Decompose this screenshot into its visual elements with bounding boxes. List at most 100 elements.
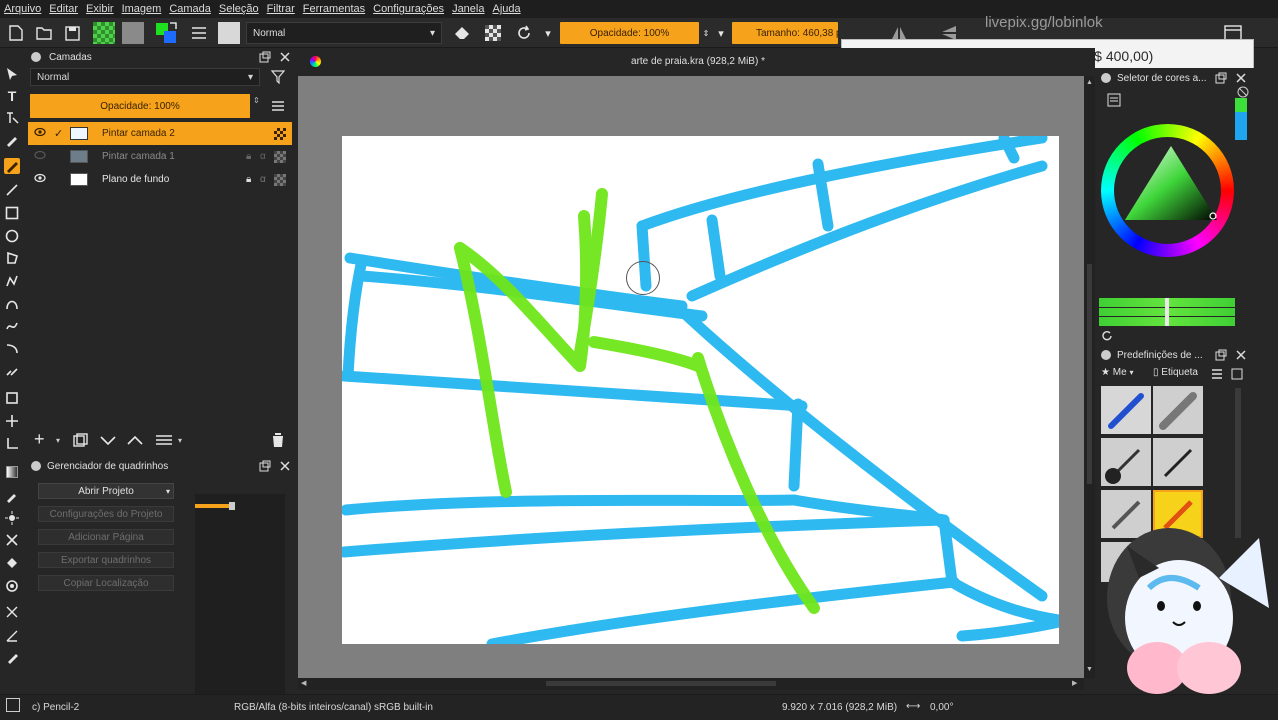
freehand-brush-icon[interactable] <box>4 158 20 174</box>
scroll-down-icon[interactable]: ▼ <box>1086 666 1093 673</box>
layer-row[interactable]: Plano de fundo 🔒︎ α <box>28 168 292 191</box>
opacity-field[interactable]: Opacidade: 100% <box>560 22 699 44</box>
refresh-icon[interactable] <box>1101 330 1113 342</box>
text-tool-icon[interactable]: T <box>4 88 20 104</box>
add-layer-icon[interactable]: + <box>34 430 50 448</box>
dynamic-brush-icon[interactable] <box>4 340 20 356</box>
preset-settings-icon[interactable] <box>1231 368 1243 380</box>
polygon-tool-icon[interactable] <box>4 250 20 266</box>
save-icon[interactable] <box>62 22 82 44</box>
comics-page-list[interactable] <box>195 494 285 694</box>
pan-tool-icon[interactable] <box>4 650 20 666</box>
horizontal-scrollbar[interactable]: ◀ ▶ <box>298 678 1084 690</box>
lock-icon[interactable]: 🔒︎ <box>246 151 251 162</box>
move-layer-up-icon[interactable] <box>127 434 143 449</box>
color-history-strip[interactable] <box>1099 298 1235 326</box>
layer-properties-icon[interactable] <box>155 434 173 449</box>
preset-filter-select[interactable]: ★ Me ▾ <box>1101 367 1133 378</box>
select-shapes-icon[interactable] <box>4 66 20 82</box>
spinner-arrows-icon[interactable]: ⇕ <box>701 22 711 44</box>
reload-icon[interactable] <box>513 22 535 44</box>
alpha-lock-icon[interactable] <box>274 127 286 140</box>
fill-tool-icon[interactable] <box>4 555 20 571</box>
rotation-value[interactable]: 0,00° <box>930 702 953 713</box>
list-view-icon[interactable] <box>1211 368 1223 380</box>
scroll-up-icon[interactable]: ▲ <box>1086 79 1093 86</box>
layer-row[interactable]: ✓ Pintar camada 2 <box>28 122 292 145</box>
chevron-down-icon[interactable]: ▾ <box>541 22 555 44</box>
eye-closed-icon[interactable] <box>34 150 46 163</box>
add-page-button[interactable]: Adicionar Página <box>38 529 174 545</box>
move-layer-down-icon[interactable] <box>100 434 116 449</box>
drag-handle-icon[interactable] <box>1101 73 1111 83</box>
hue-ring[interactable] <box>1101 124 1234 257</box>
drag-handle-icon[interactable] <box>31 52 41 62</box>
document-tab[interactable]: arte de praia.kra (928,2 MiB) * <box>298 56 1098 67</box>
colorize-mask-icon[interactable] <box>4 510 20 526</box>
foreground-color-swatch[interactable] <box>1235 98 1247 112</box>
crop-tool-icon[interactable] <box>4 390 20 406</box>
pattern-swatch-icon[interactable] <box>121 22 145 44</box>
freehand-path-icon[interactable] <box>4 318 20 334</box>
layer-row[interactable]: Pintar camada 1 🔒︎ α <box>28 145 292 168</box>
menu-camada[interactable]: Camada <box>165 3 215 15</box>
menu-editar[interactable]: Editar <box>45 3 82 15</box>
alpha-lock-icon[interactable] <box>483 22 503 44</box>
copy-location-button[interactable]: Copiar Localização <box>38 575 174 591</box>
float-panel-icon[interactable] <box>259 51 271 63</box>
float-panel-icon[interactable] <box>1215 72 1227 84</box>
blend-mode-select[interactable]: Normal ▾ <box>246 22 442 44</box>
alpha-icon[interactable]: α <box>260 174 266 185</box>
brush-preset-thumbnail[interactable] <box>1101 386 1151 434</box>
new-document-icon[interactable] <box>6 22 26 44</box>
eraser-icon[interactable] <box>452 22 472 44</box>
eye-icon[interactable] <box>34 127 46 140</box>
menu-janela[interactable]: Janela <box>448 3 488 15</box>
brush-preset-thumbnail[interactable] <box>1101 438 1151 486</box>
color-settings-icon[interactable] <box>1107 93 1121 107</box>
alpha-lock-icon[interactable] <box>274 150 286 163</box>
saturation-value-triangle[interactable] <box>1101 124 1234 257</box>
scroll-left-icon[interactable]: ◀ <box>301 679 306 687</box>
float-panel-icon[interactable] <box>1215 349 1227 361</box>
presets-scrollbar[interactable] <box>1235 388 1241 538</box>
line-tool-icon[interactable] <box>4 182 20 198</box>
rectangle-tool-icon[interactable] <box>4 205 20 221</box>
vertical-scrollbar[interactable]: ▲ ▼ <box>1084 76 1095 678</box>
delete-layer-icon[interactable] <box>271 432 285 451</box>
eye-icon[interactable] <box>34 173 46 186</box>
polyline-tool-icon[interactable] <box>4 273 20 289</box>
float-panel-icon[interactable] <box>259 460 271 472</box>
project-settings-button[interactable]: Configurações do Projeto <box>38 506 174 522</box>
layer-blend-mode-select[interactable]: Normal ▾ <box>30 68 260 86</box>
brush-settings-icon[interactable] <box>188 22 210 44</box>
close-icon[interactable] <box>279 460 291 472</box>
gradient-tool-icon[interactable] <box>4 464 20 480</box>
checkmark-icon[interactable]: ✓ <box>54 127 63 140</box>
gradient-pattern-icon[interactable] <box>92 22 116 44</box>
alpha-lock-icon[interactable] <box>274 173 286 186</box>
menu-arquivo[interactable]: Arquivo <box>0 3 45 15</box>
alpha-icon[interactable]: α <box>260 151 266 162</box>
reset-color-icon[interactable] <box>1237 86 1249 98</box>
menu-ajuda[interactable]: Ajuda <box>488 3 524 15</box>
chevron-down-icon[interactable]: ▾ <box>178 436 182 445</box>
tag-selector[interactable]: ▯ Etiqueta <box>1153 367 1198 378</box>
size-field[interactable]: Tamanho: 460,38 px <box>732 22 838 44</box>
menu-imagem[interactable]: Imagem <box>118 3 166 15</box>
open-folder-icon[interactable] <box>34 22 54 44</box>
chevron-down-icon[interactable]: ▾ <box>714 22 728 44</box>
brush-preset-thumbnail[interactable] <box>1153 438 1203 486</box>
layer-opacity-field[interactable]: Opacidade: 100% <box>30 94 250 118</box>
close-icon[interactable] <box>1235 72 1247 84</box>
spinner-arrows-icon[interactable]: ⇕ <box>253 96 261 116</box>
edit-shapes-icon[interactable] <box>4 110 20 126</box>
close-icon[interactable] <box>1235 349 1247 361</box>
transform-tool-icon[interactable] <box>4 436 20 452</box>
move-tool-icon[interactable] <box>4 413 20 429</box>
multibrush-icon[interactable] <box>4 362 20 378</box>
drag-handle-icon[interactable] <box>31 461 41 471</box>
assistant-tool-icon[interactable] <box>4 578 20 594</box>
zoom-slider-handle[interactable] <box>229 502 235 510</box>
reference-tool-icon[interactable] <box>4 604 20 620</box>
